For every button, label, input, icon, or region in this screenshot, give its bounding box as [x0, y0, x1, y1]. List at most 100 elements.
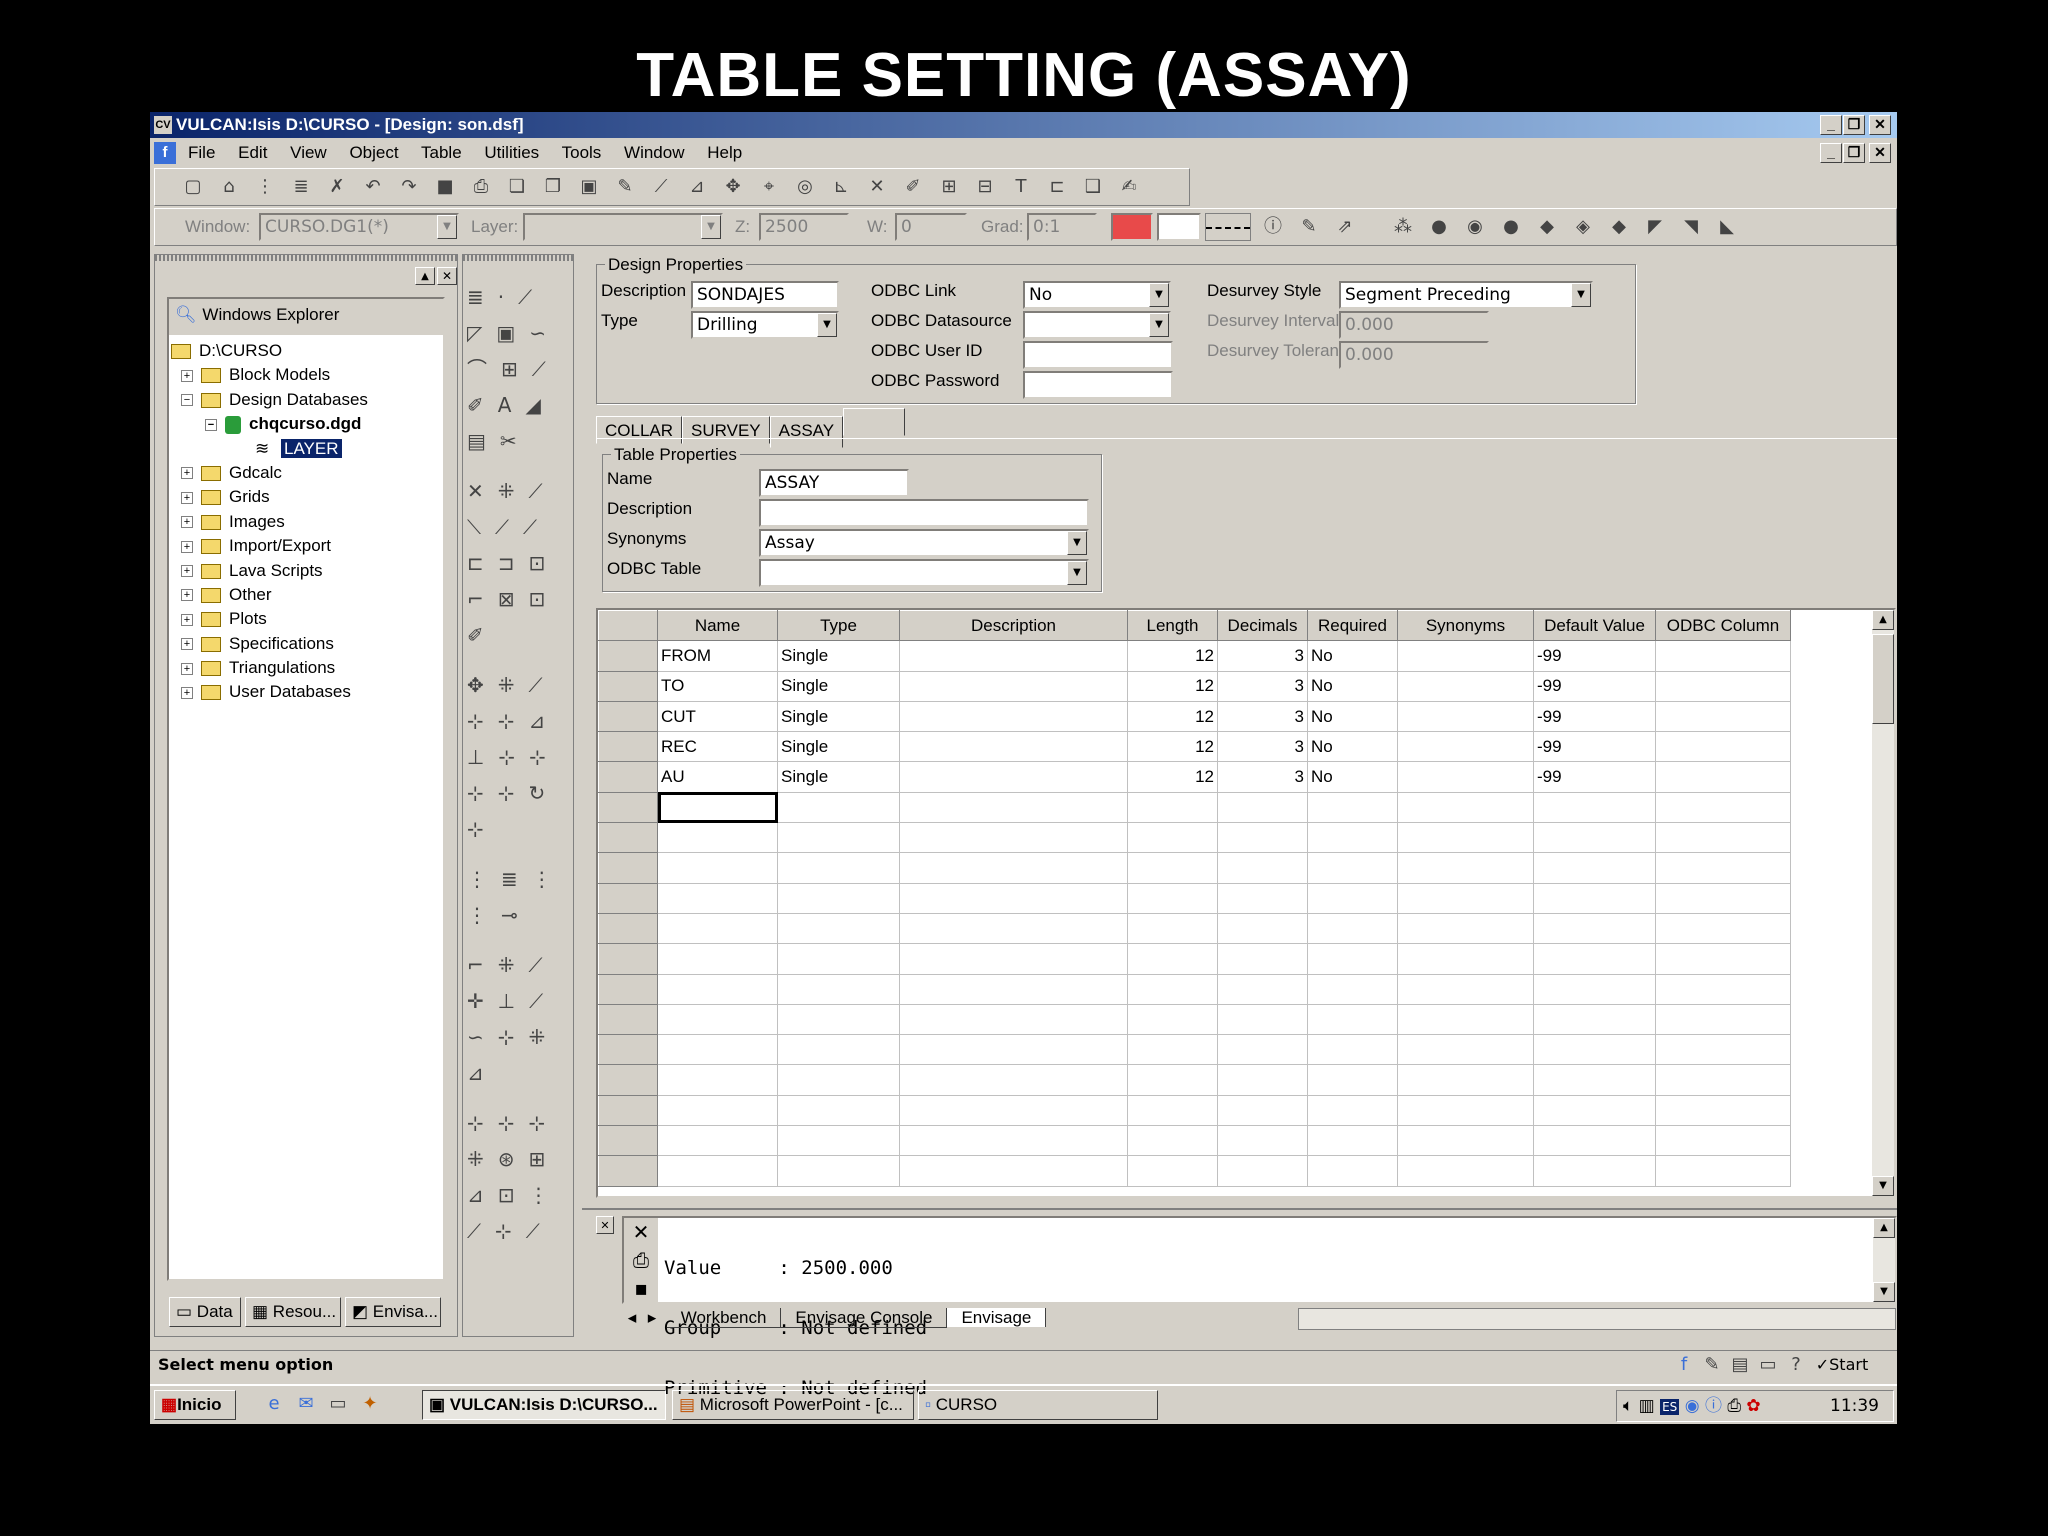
move-icon[interactable]: ⇗	[1333, 215, 1357, 239]
grid-cell[interactable]	[657, 1064, 778, 1096]
grid-cell[interactable]	[777, 1064, 900, 1096]
grid-cell[interactable]	[657, 973, 778, 1005]
grid-cell[interactable]: No	[1307, 640, 1398, 672]
grid-cell[interactable]	[899, 700, 1128, 733]
grid-cell[interactable]	[1217, 791, 1308, 824]
point-icon[interactable]: ✥	[721, 175, 745, 199]
grid-cell[interactable]	[1307, 1064, 1398, 1096]
outlook-icon[interactable]: ✉	[294, 1392, 318, 1416]
network-icon[interactable]: ▥	[1639, 1396, 1655, 1416]
expand-icon[interactable]: +	[181, 369, 193, 382]
circle-ring-icon[interactable]: ◉	[1463, 215, 1487, 239]
tree-item-gdcalc[interactable]: + Gdcalc	[171, 461, 441, 485]
column-header-odbc-column[interactable]: ODBC Column	[1655, 610, 1791, 642]
grid-cell[interactable]: No	[1307, 670, 1398, 702]
grid-cell[interactable]	[1655, 670, 1791, 702]
tree-item-lava-scripts[interactable]: + Lava Scripts	[171, 559, 441, 583]
collapse-icon[interactable]: −	[205, 418, 217, 431]
grid-cell[interactable]	[657, 1034, 778, 1066]
grid-cell[interactable]	[899, 943, 1128, 975]
row-header[interactable]	[598, 640, 658, 672]
row-header[interactable]	[598, 700, 658, 733]
volume-icon[interactable]: 🔈︎	[1623, 1396, 1633, 1416]
grid-cell[interactable]	[1533, 1064, 1656, 1096]
grid-cell[interactable]	[1397, 1125, 1534, 1157]
table-row[interactable]	[598, 882, 1798, 914]
grid-cell[interactable]	[899, 761, 1128, 793]
row-header[interactable]	[598, 912, 658, 945]
restore-button[interactable]: ❐	[1843, 115, 1865, 135]
grid-cell[interactable]: 12	[1127, 700, 1218, 733]
expand-icon[interactable]: +	[181, 467, 193, 480]
grid-cell[interactable]	[1397, 852, 1534, 884]
odbc-table-select[interactable]: ▼	[759, 559, 1089, 587]
menu-edit[interactable]: Edit	[238, 143, 267, 162]
expand-icon[interactable]: +	[181, 638, 193, 651]
grid-cell[interactable]: AU	[657, 761, 778, 793]
odbc-datasource-select[interactable]: ▼	[1023, 311, 1171, 339]
grid-cell[interactable]	[899, 640, 1128, 672]
palette-row-move-4[interactable]: ⊹⊹↻	[467, 775, 569, 811]
help-doc-icon[interactable]: f	[1672, 1353, 1696, 1377]
grid-cell[interactable]	[657, 1094, 778, 1127]
grid-cell[interactable]	[657, 943, 778, 975]
save-icon[interactable]: ▪	[624, 1274, 658, 1302]
expand-icon[interactable]: +	[181, 540, 193, 553]
grid-cell[interactable]	[777, 1034, 900, 1066]
palette-row-snap-4[interactable]: ⊿	[467, 1055, 569, 1091]
grid-cell[interactable]	[657, 822, 778, 854]
tag-icon[interactable]: ◈	[1571, 215, 1595, 239]
table-row[interactable]	[598, 852, 1798, 884]
column-header-synonyms[interactable]: Synonyms	[1397, 610, 1534, 642]
table-row[interactable]	[598, 1034, 1798, 1066]
tree-item-plots[interactable]: + Plots	[171, 607, 441, 631]
scroll-down-icon[interactable]: ▼	[1872, 1176, 1894, 1196]
grid-cell[interactable]	[1307, 852, 1398, 884]
chevron-down-icon[interactable]: ▼	[1067, 531, 1087, 555]
tree-item-layer[interactable]: ≋ LAYER	[171, 437, 441, 461]
row-header[interactable]	[598, 1003, 658, 1036]
edit-vertex-icon[interactable]: ✎	[613, 175, 637, 199]
grid-cell[interactable]	[899, 1003, 1128, 1036]
grid-cell[interactable]: 12	[1127, 640, 1218, 672]
table-description-field[interactable]	[759, 499, 1089, 527]
grid-cell[interactable]	[1397, 640, 1534, 672]
row-header[interactable]	[598, 761, 658, 793]
palette-row-list-2[interactable]: ⋮⊸	[467, 897, 569, 933]
grid-cell[interactable]: No	[1307, 761, 1398, 793]
chart-icon[interactable]: ⊞	[937, 175, 961, 199]
palette-row-edit-3[interactable]: ⊏⊐⊡	[467, 545, 569, 581]
grid-cell[interactable]: 3	[1217, 670, 1308, 702]
label-edit-icon[interactable]: ◥	[1679, 215, 1703, 239]
help-icon[interactable]: ?	[1784, 1353, 1808, 1377]
palette-row-move-5[interactable]: ⊹	[467, 811, 569, 847]
expand-icon[interactable]: +	[181, 565, 193, 578]
palette-row-tri-1[interactable]: ⊹⊹⊹	[467, 1105, 569, 1141]
palette-row-move-1[interactable]: ✥⁜⟋	[467, 667, 569, 703]
language-badge[interactable]: ES	[1660, 1399, 1680, 1415]
print-icon[interactable]: ⎙	[469, 175, 493, 199]
palette-row-draw-5[interactable]: ▤✂	[467, 423, 569, 459]
scroll-thumb[interactable]	[1872, 634, 1894, 724]
grid-cell[interactable]	[777, 973, 900, 1005]
info-icon[interactable]: ⓘ	[1261, 215, 1285, 239]
grid-cell[interactable]	[777, 943, 900, 975]
row-header[interactable]	[598, 943, 658, 975]
grid-cell[interactable]	[1655, 1125, 1791, 1157]
grid-cell[interactable]	[1397, 822, 1534, 854]
palette-row-draw-1[interactable]: ≣·⟋	[467, 279, 569, 315]
active-cell[interactable]	[657, 791, 778, 824]
close-button[interactable]: ✕	[1869, 115, 1891, 135]
tree-item-grids[interactable]: + Grids	[171, 485, 441, 509]
synonyms-select[interactable]: Assay ▼	[759, 529, 1089, 557]
edit-props-icon[interactable]: ✎	[1297, 215, 1321, 239]
grid-cell[interactable]	[1397, 1003, 1534, 1036]
doc-minimize-button[interactable]: _	[1820, 143, 1842, 163]
chevron-down-icon[interactable]: ▼	[1067, 561, 1087, 585]
grid-cell[interactable]	[1655, 1003, 1791, 1036]
line-icon[interactable]: ⟋	[649, 175, 673, 199]
explorer-tab-data[interactable]: ▭ Data	[169, 1297, 241, 1327]
grid-cell[interactable]: 3	[1217, 761, 1308, 793]
grid-cell[interactable]	[1127, 1003, 1218, 1036]
chevron-down-icon[interactable]: ▼	[437, 215, 457, 239]
